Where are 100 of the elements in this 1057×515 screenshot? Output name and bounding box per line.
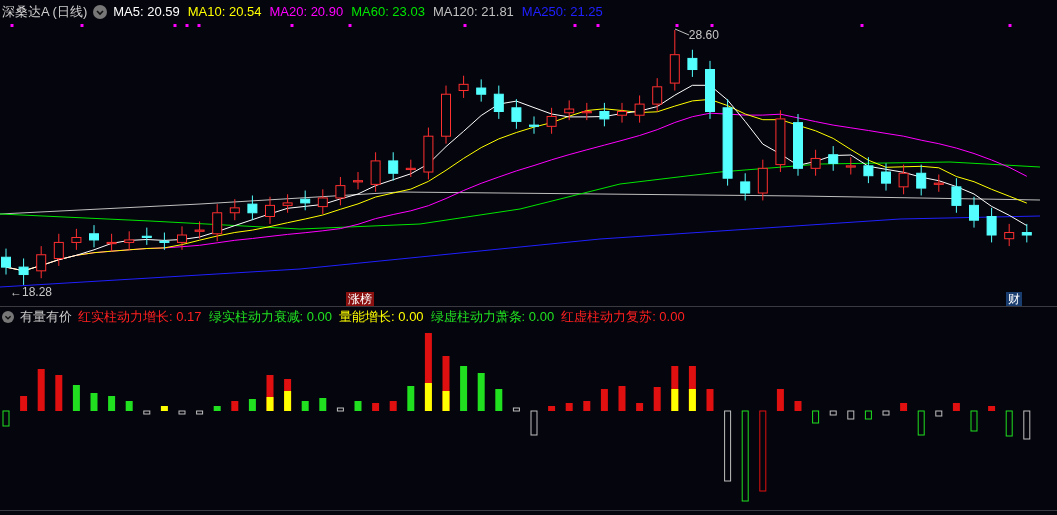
histogram-bar — [864, 410, 872, 420]
histogram-bar — [143, 410, 151, 415]
histogram-bar — [935, 410, 943, 417]
histogram-bar — [548, 406, 556, 411]
high-price-label: 28.60 — [688, 27, 719, 44]
histogram-bar — [231, 401, 239, 411]
indicator-value: 绿虚柱动力萧条: 0.00 — [430, 308, 555, 327]
histogram-bar — [178, 410, 186, 415]
histogram-bar — [389, 401, 397, 411]
histogram-bar — [1023, 410, 1031, 440]
histogram-bar — [336, 407, 344, 412]
candlestick — [71, 228, 82, 251]
histogram-bar — [442, 356, 450, 411]
histogram-bar — [72, 385, 80, 411]
candlestick — [476, 78, 487, 103]
histogram-bar — [794, 401, 802, 411]
candlestick — [757, 159, 768, 201]
candlestick — [933, 174, 944, 193]
histogram-bar — [301, 401, 309, 411]
candlestick — [511, 98, 522, 130]
candlestick — [441, 85, 451, 145]
rank-marker: 涨榜 — [346, 292, 374, 306]
histogram-bar — [1005, 410, 1013, 437]
candlestick — [212, 203, 223, 242]
candlestick — [89, 224, 99, 248]
indicator-value: 量能增长: 0.00 — [339, 308, 424, 327]
candlestick — [388, 151, 399, 182]
candlestick — [405, 159, 416, 178]
histogram-bar — [952, 403, 960, 411]
candlestick — [36, 245, 47, 279]
candlestick — [669, 29, 680, 91]
candlestick — [317, 188, 328, 215]
candlestick — [564, 99, 575, 121]
histogram-bar — [407, 386, 415, 411]
candlestick — [845, 156, 856, 175]
histogram-bar — [284, 379, 292, 411]
candlestick — [863, 156, 874, 184]
candlestick — [335, 176, 346, 206]
moving-average-value: MA60: 23.03 — [351, 3, 425, 22]
histogram-bar — [776, 389, 784, 411]
histogram-bar — [372, 403, 380, 411]
histogram-bar — [671, 366, 679, 411]
candlestick — [617, 102, 627, 124]
histogram-bar — [248, 399, 256, 411]
candlestick — [106, 233, 117, 252]
moving-average-value: MA20: 20.90 — [269, 3, 344, 22]
candlestick — [775, 109, 786, 173]
candlestick — [828, 145, 839, 172]
histogram-bar — [917, 410, 925, 436]
candlestick — [423, 127, 434, 180]
histogram-bar — [900, 403, 908, 411]
histogram-bar — [530, 410, 538, 436]
candlestick — [141, 227, 152, 246]
low-price-label: ←18.28 — [10, 284, 53, 301]
moving-average-value: MA5: 20.59 — [113, 3, 180, 22]
candlestick — [18, 258, 29, 286]
histogram-bar — [565, 403, 573, 411]
candlestick — [53, 233, 64, 267]
histogram-bar — [460, 366, 468, 411]
candlestick — [265, 196, 275, 225]
candlestick — [705, 60, 715, 120]
histogram-bar — [108, 396, 116, 411]
histogram-bar — [583, 401, 591, 411]
candlestick — [159, 232, 170, 251]
candlestick — [916, 164, 927, 196]
histogram-bar — [2, 410, 10, 427]
candlestick — [1021, 223, 1032, 243]
histogram-bar — [847, 410, 855, 420]
moving-average-value: MA250: 21.25 — [521, 3, 603, 22]
leader-line — [674, 28, 689, 36]
indicator-value: 绿实柱动力衰减: 0.00 — [208, 308, 333, 327]
histogram-bar — [512, 407, 520, 412]
histogram-bar — [706, 389, 714, 411]
histogram-bar — [829, 410, 837, 416]
candlestick — [898, 164, 909, 195]
histogram-bar — [724, 410, 732, 482]
candlestick — [581, 102, 592, 121]
histogram-bar — [653, 387, 661, 411]
candlestick — [282, 193, 293, 214]
candlestick — [194, 220, 205, 240]
candlestick — [969, 196, 979, 229]
indicator-value: 红虚柱动力复苏: 0.00 — [561, 308, 685, 327]
candlestick — [1, 248, 11, 276]
candlestick — [370, 151, 381, 193]
dropdown-icon[interactable] — [2, 311, 14, 323]
candlestick — [493, 85, 504, 120]
moving-average-value: MA10: 20.54 — [187, 3, 262, 22]
histogram-bar — [618, 386, 626, 411]
candlestick — [986, 207, 997, 243]
histogram-bar — [477, 373, 485, 411]
candlestick — [529, 115, 539, 135]
candlestick — [951, 177, 962, 214]
histogram-bar — [213, 406, 221, 411]
candlestick — [546, 107, 557, 135]
candlestick — [300, 190, 311, 211]
candlestick — [793, 113, 803, 177]
histogram-bar — [812, 410, 820, 424]
candlestick — [652, 77, 663, 112]
dropdown-icon[interactable] — [93, 5, 108, 19]
indicator-name: 有量有价 — [20, 308, 72, 327]
